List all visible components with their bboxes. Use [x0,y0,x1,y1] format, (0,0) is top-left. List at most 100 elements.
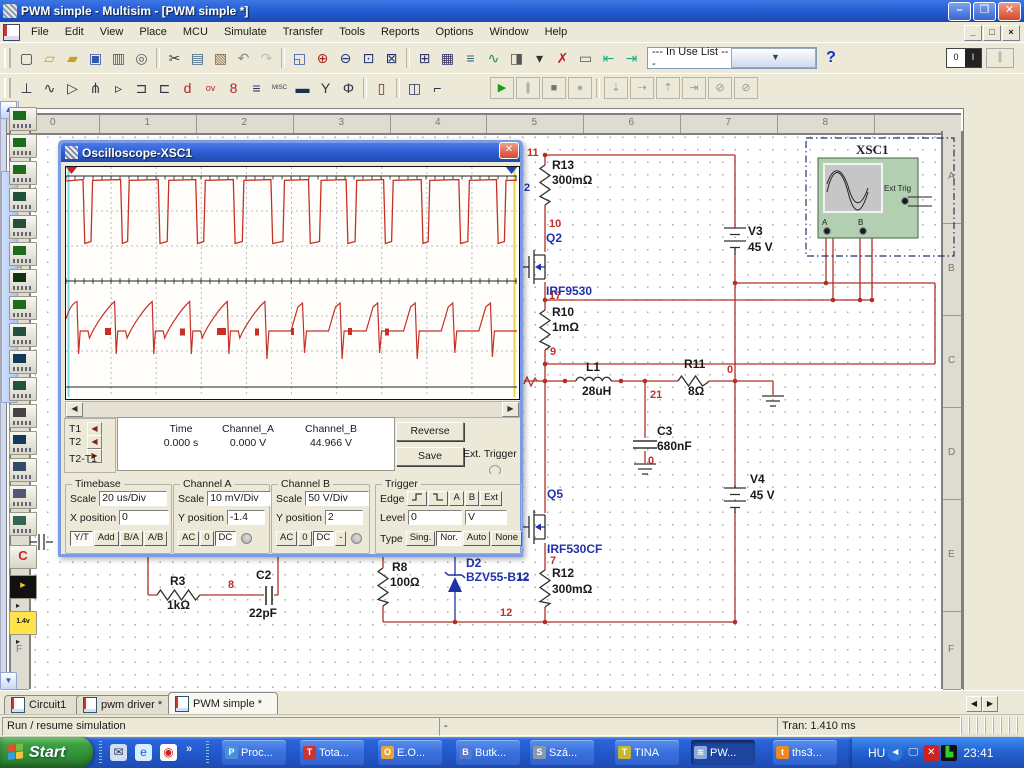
trigger-type-auto[interactable]: Auto [462,531,491,546]
electromechanical-icon[interactable]: Φ [337,77,360,99]
oscilloscope-title-bar[interactable]: Oscilloscope-XSC1 [61,143,520,162]
run-switch-toggle[interactable]: 0 I [946,48,982,68]
run-to-cursor-button[interactable]: ⇥ [682,77,706,99]
trigger-source-a[interactable]: A [449,491,464,506]
mdi-close-button[interactable]: × [1002,25,1020,41]
timebase-mode-ba[interactable]: B/A [119,531,143,546]
multimeter-icon[interactable] [9,107,37,131]
timebase-mode-ab[interactable]: A/B [144,531,168,546]
menu-options[interactable]: Options [428,24,482,40]
trigger-level-field[interactable]: 0 [408,510,463,525]
menu-transfer[interactable]: Transfer [275,24,332,40]
step-out-button[interactable]: ⇡ [656,77,680,99]
taskbar-button-proc[interactable]: P Proc... [222,740,286,765]
place-bus-icon[interactable]: ⌐ [426,77,449,99]
cmos-component-icon[interactable]: ⊏ [153,77,176,99]
postprocessor-icon[interactable]: ◨ [505,47,528,69]
transistor-component-icon[interactable]: ⋔ [84,77,107,99]
zoom-in-icon[interactable]: ⊕ [311,47,334,69]
undo-icon[interactable]: ↶ [232,47,255,69]
source-component-icon[interactable]: ⊥ [15,77,38,99]
trigger-type-nor[interactable]: Nor. [436,531,462,546]
function-generator-icon[interactable] [9,134,37,158]
agilent-multimeter-icon[interactable] [9,485,37,509]
channel-b-coupling-dc[interactable]: DC [312,531,335,546]
iv-analyzer-icon[interactable] [9,377,37,401]
pause-at-next-button[interactable]: ⊘ [708,77,732,99]
erc-check-icon[interactable]: ✗ [551,47,574,69]
help-icon[interactable]: ? [821,49,841,67]
channel-b-coupling-0[interactable]: 0 [298,531,312,546]
start-button[interactable]: Start [0,737,93,768]
timebase-mode-yt[interactable]: Y/T [70,531,93,546]
menu-file[interactable]: File [23,24,57,40]
breakpoint-pause-button[interactable]: ⊘ [734,77,758,99]
mcu-module-icon[interactable]: ▯ [370,77,393,99]
document-system-icon[interactable] [3,23,20,41]
menu-edit[interactable]: Edit [57,24,92,40]
print-preview-icon[interactable]: ◎ [130,47,153,69]
fullscreen-icon[interactable]: ◱ [288,47,311,69]
falling-edge-icon[interactable] [428,491,449,506]
mdi-minimize-button[interactable]: _ [964,25,982,41]
mixed-component-icon[interactable]: ov [199,77,222,99]
system-monitor-icon[interactable]: ▙ [941,744,958,761]
channel-a-coupling-0[interactable]: 0 [200,531,214,546]
reverse-button[interactable]: Reverse [396,422,464,441]
copy-icon[interactable]: ▤ [186,47,209,69]
menu-reports[interactable]: Reports [373,24,428,40]
database-manager-icon[interactable]: ≡ [459,47,482,69]
channel-b-coupling-[interactable]: - [335,531,347,546]
capture-area-icon[interactable]: ▭ [574,47,597,69]
close-button[interactable]: ✕ [998,2,1021,21]
taskbar-button-ths3[interactable]: t ths3... [773,740,837,765]
irfanview-quicklaunch-icon[interactable]: ◉ [160,744,177,761]
indicator-component-icon[interactable]: 8 [222,77,245,99]
chevron-down-icon[interactable]: ▼ [731,48,816,68]
restore-button[interactable]: ❐ [973,2,996,21]
pause-simulation-toolbar-button[interactable]: ∥ [986,48,1014,68]
channel-a-coupling-ac[interactable]: AC [178,531,200,546]
channel-a-scale-field[interactable]: 10 mV/Div [207,491,272,506]
misc-component-icon[interactable]: MISC [268,77,291,99]
taskbar-button-pw[interactable]: ≋ PW... [691,740,755,765]
tab-scroll-right-icon[interactable]: ▶ [982,696,998,712]
step-over-button[interactable]: ⇢ [630,77,654,99]
minimize-button[interactable]: – [948,2,971,21]
tab-scroll-left-icon[interactable]: ◀ [966,696,982,712]
input-impedance-dial[interactable] [241,533,253,544]
oscilloscope-hscrollbar[interactable]: ◀ ▶ [65,401,520,418]
analog-component-icon[interactable]: ▹ [107,77,130,99]
zoom-fit-icon[interactable]: ⊠ [380,47,403,69]
taskbar-button-butk[interactable]: B Butk... [456,740,520,765]
pause-simulation-button[interactable]: ∥ [516,77,540,99]
scroll-left-icon[interactable]: ◀ [66,402,83,417]
rising-edge-icon[interactable] [407,491,428,506]
channel-a-coupling-dc[interactable]: DC [214,531,237,546]
network-analyzer-icon[interactable] [9,458,37,482]
current-clamp-icon[interactable]: C [9,545,37,569]
logic-converter-icon[interactable] [9,350,37,374]
network-icon[interactable]: 🖵 [905,745,921,761]
outlook-quicklaunch-icon[interactable]: ✉ [110,744,127,761]
step-into-button[interactable]: ⇣ [604,77,628,99]
timebase-mode-add[interactable]: Add [93,531,119,546]
oscilloscope-icon[interactable] [9,188,37,212]
trigger-source-ext[interactable]: Ext [480,491,502,506]
stop-simulation-button[interactable]: ■ [542,77,566,99]
menu-tools[interactable]: Tools [331,24,373,40]
oscilloscope-close-button[interactable]: ✕ [499,142,519,159]
save-icon[interactable]: ▣ [84,47,107,69]
spreadsheet-view-icon[interactable]: ▦ [436,47,459,69]
design-toolbox-icon[interactable]: ⊞ [413,47,436,69]
timebase-xpos-field[interactable]: 0 [119,510,170,525]
save-button[interactable]: Save [396,447,464,466]
hierarchical-block-icon[interactable]: ◫ [403,77,426,99]
scroll-down-icon[interactable]: ▼ [0,672,17,690]
labview-instrument-icon[interactable]: ▶ [9,575,37,599]
taskbar-button-tota[interactable]: T Tota... [300,740,364,765]
t1-left-icon[interactable]: ◀ [87,422,102,436]
timebase-scale-field[interactable]: 20 us/Div [99,491,168,506]
sheet-tab-pwmsimple[interactable]: PWM simple * [168,692,278,715]
toolbar-grip[interactable] [4,78,11,98]
